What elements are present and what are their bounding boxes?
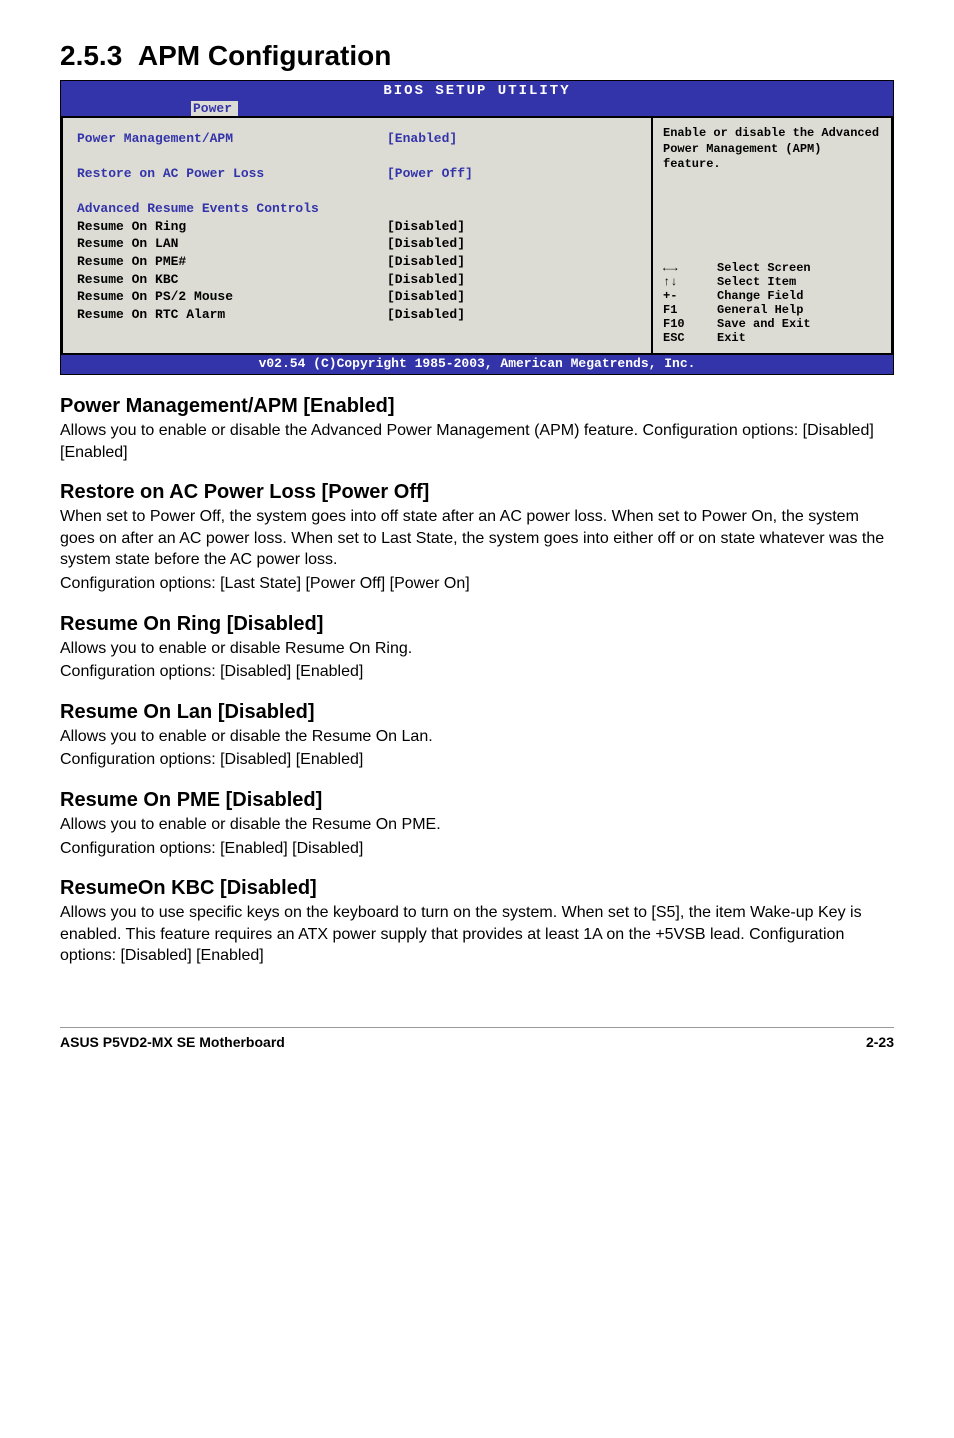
bios-setting-row: Resume On KBC[Disabled]: [77, 271, 637, 289]
bios-setting-row: Resume On PME#[Disabled]: [77, 253, 637, 271]
subheading: ResumeOn KBC [Disabled]: [60, 877, 894, 900]
bios-setting-row: Power Management/APM[Enabled]: [77, 130, 637, 148]
section-title-text: APM Configuration: [138, 40, 392, 71]
bios-key: ESC: [663, 331, 717, 345]
bios-key-legend: ←→Select Screen↑↓Select Item+-Change Fie…: [663, 261, 881, 345]
bios-setting-row: Resume On PS/2 Mouse[Disabled]: [77, 288, 637, 306]
bios-key-row: ←→Select Screen: [663, 261, 881, 275]
bios-key-desc: Select Screen: [717, 261, 881, 275]
subheading: Resume On Ring [Disabled]: [60, 613, 894, 636]
bios-setting-row: Restore on AC Power Loss[Power Off]: [77, 165, 637, 183]
bios-key: F1: [663, 303, 717, 317]
subheading: Resume On Lan [Disabled]: [60, 701, 894, 724]
bios-body: Power Management/APM[Enabled] Restore on…: [61, 116, 893, 355]
bios-setting-label[interactable]: Power Management/APM: [77, 130, 387, 148]
bios-key: ←→: [663, 261, 717, 275]
subheading: Resume On PME [Disabled]: [60, 789, 894, 812]
bios-setting-value[interactable]: [Disabled]: [387, 288, 637, 306]
bios-key-row: F10Save and Exit: [663, 317, 881, 331]
bios-key-row: ↑↓Select Item: [663, 275, 881, 289]
body-text: Configuration options: [Last State] [Pow…: [60, 573, 894, 595]
bios-key-row: F1General Help: [663, 303, 881, 317]
bios-setting-value[interactable]: [Enabled]: [387, 130, 637, 148]
body-text: Allows you to enable or disable the Adva…: [60, 420, 894, 463]
bios-setting-label[interactable]: Resume On KBC: [77, 271, 387, 289]
subheading: Power Management/APM [Enabled]: [60, 395, 894, 418]
bios-footer: v02.54 (C)Copyright 1985-2003, American …: [61, 355, 893, 374]
bios-key-desc: Save and Exit: [717, 317, 881, 331]
body-text: Allows you to use specific keys on the k…: [60, 902, 894, 967]
bios-setting-value[interactable]: [Disabled]: [387, 253, 637, 271]
bios-tab-row: Power: [61, 101, 893, 116]
bios-help-panel: Enable or disable the Advanced Power Man…: [653, 116, 893, 355]
bios-setting-label[interactable]: Advanced Resume Events Controls: [77, 200, 387, 218]
bios-setting-row: [77, 148, 637, 166]
bios-setting-value[interactable]: [Disabled]: [387, 271, 637, 289]
bios-setting-label[interactable]: Restore on AC Power Loss: [77, 165, 387, 183]
bios-key: ↑↓: [663, 275, 717, 289]
subheading: Restore on AC Power Loss [Power Off]: [60, 481, 894, 504]
body-text: Allows you to enable or disable the Resu…: [60, 814, 894, 836]
body-text: Configuration options: [Enabled] [Disabl…: [60, 838, 894, 860]
bios-title-bar: BIOS SETUP UTILITY: [61, 81, 893, 101]
section-heading: 2.5.3 APM Configuration: [60, 40, 894, 72]
bios-key-desc: Exit: [717, 331, 881, 345]
page-footer: ASUS P5VD2-MX SE Motherboard 2-23: [60, 1027, 894, 1050]
bios-setting-value[interactable]: [Power Off]: [387, 165, 637, 183]
bios-setting-value[interactable]: [Disabled]: [387, 235, 637, 253]
bios-setting-row: [77, 183, 637, 201]
bios-key: F10: [663, 317, 717, 331]
bios-setting-value[interactable]: [Disabled]: [387, 218, 637, 236]
bios-key-desc: General Help: [717, 303, 881, 317]
bios-window: BIOS SETUP UTILITY Power Power Managemen…: [60, 80, 894, 375]
bios-key-desc: Select Item: [717, 275, 881, 289]
bios-key-row: +-Change Field: [663, 289, 881, 303]
bios-help-text: Enable or disable the Advanced Power Man…: [663, 126, 881, 173]
bios-setting-label[interactable]: Resume On Ring: [77, 218, 387, 236]
body-text: Allows you to enable or disable Resume O…: [60, 638, 894, 660]
body-text: Allows you to enable or disable the Resu…: [60, 726, 894, 748]
bios-key-row: ESCExit: [663, 331, 881, 345]
bios-setting-row: Resume On RTC Alarm[Disabled]: [77, 306, 637, 324]
bios-setting-label[interactable]: Resume On PME#: [77, 253, 387, 271]
section-number: 2.5.3: [60, 40, 122, 71]
bios-setting-label[interactable]: Resume On PS/2 Mouse: [77, 288, 387, 306]
bios-key: +-: [663, 289, 717, 303]
bios-setting-row: Resume On LAN[Disabled]: [77, 235, 637, 253]
footer-right: 2-23: [866, 1034, 894, 1050]
bios-settings-panel: Power Management/APM[Enabled] Restore on…: [61, 116, 653, 355]
bios-setting-row: Advanced Resume Events Controls: [77, 200, 637, 218]
body-text: Configuration options: [Disabled] [Enabl…: [60, 661, 894, 683]
body-text: When set to Power Off, the system goes i…: [60, 506, 894, 571]
bios-setting-label[interactable]: Resume On LAN: [77, 235, 387, 253]
footer-left: ASUS P5VD2-MX SE Motherboard: [60, 1034, 285, 1050]
tab-power[interactable]: Power: [191, 101, 238, 116]
bios-setting-value[interactable]: [Disabled]: [387, 306, 637, 324]
bios-key-desc: Change Field: [717, 289, 881, 303]
bios-setting-label[interactable]: Resume On RTC Alarm: [77, 306, 387, 324]
body-text: Configuration options: [Disabled] [Enabl…: [60, 749, 894, 771]
bios-setting-row: Resume On Ring[Disabled]: [77, 218, 637, 236]
